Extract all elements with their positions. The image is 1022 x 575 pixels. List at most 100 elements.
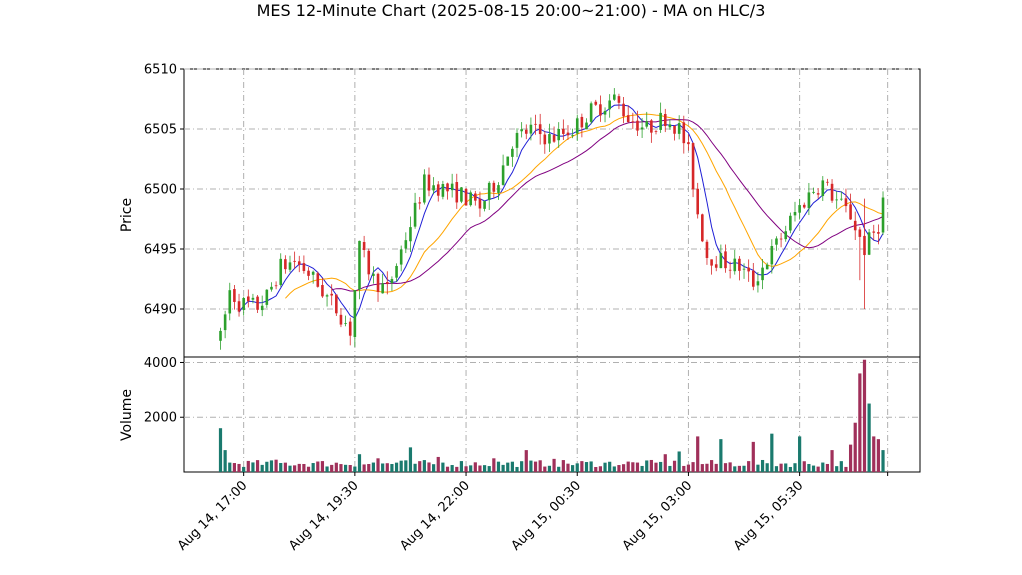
- volume-bar: [635, 462, 640, 472]
- volume-bar: [561, 460, 565, 472]
- candle-body: [450, 183, 454, 191]
- candle-body: [302, 263, 306, 271]
- candle-body: [474, 193, 477, 201]
- volume-bar: [362, 464, 366, 472]
- price-panel: 6490 6495 6500 6505 6510 Price: [119, 63, 921, 358]
- candle-body: [284, 259, 287, 270]
- volume-bar: [353, 466, 357, 472]
- volume-bar: [260, 464, 264, 472]
- volume-bar: [515, 466, 519, 472]
- volume-bar: [788, 466, 792, 472]
- volume-bar: [469, 465, 473, 472]
- volume-bar: [566, 463, 570, 472]
- volume-bar: [594, 467, 598, 472]
- volume-bar: [821, 462, 825, 472]
- candle-body: [552, 135, 556, 142]
- volume-bar: [482, 465, 487, 472]
- volume-bar: [330, 464, 334, 472]
- volume-bar: [626, 461, 630, 472]
- candle-body: [511, 148, 514, 157]
- candle-body: [826, 181, 829, 183]
- volume-bar: [756, 464, 760, 472]
- volume-bar: [663, 454, 667, 472]
- candle-body: [381, 283, 384, 294]
- candle-body: [849, 204, 852, 220]
- candle: [867, 229, 871, 256]
- candle-body: [432, 185, 435, 191]
- volume-bar: [316, 461, 320, 472]
- candle-body: [650, 120, 653, 133]
- candle-body: [358, 240, 361, 290]
- candle-body: [492, 182, 496, 192]
- candle-body: [548, 134, 551, 144]
- candle-body: [571, 134, 574, 136]
- volume-bar: [371, 462, 375, 472]
- volume-bar: [283, 462, 287, 472]
- candle-body: [821, 180, 825, 197]
- candle-body: [223, 314, 227, 331]
- volume-bar: [765, 463, 769, 472]
- candle-body: [353, 290, 357, 338]
- volume-bar: [496, 461, 501, 472]
- price-y-tick-label: 6490: [144, 303, 177, 318]
- candle-body: [830, 183, 834, 201]
- volume-bar: [649, 459, 653, 472]
- candle-body: [793, 212, 797, 216]
- volume-bar: [835, 466, 839, 472]
- candle-body: [562, 128, 565, 134]
- volume-bar: [774, 466, 779, 472]
- volume-bar: [228, 462, 232, 472]
- volume-bar: [432, 464, 436, 472]
- volume-bar: [571, 465, 575, 472]
- candle-body: [603, 110, 607, 115]
- volume-bar: [598, 466, 603, 472]
- candle-body: [613, 94, 616, 100]
- volume-bar: [714, 463, 718, 472]
- candle-body: [367, 250, 371, 275]
- candle-body: [761, 267, 764, 281]
- volume-bar: [682, 465, 686, 472]
- volume-bar: [751, 441, 755, 472]
- volume-bar: [645, 460, 649, 472]
- volume-y-tick-label: 4000: [144, 356, 177, 371]
- candle-body: [867, 232, 871, 255]
- volume-bar: [473, 462, 477, 472]
- volume-bar: [691, 462, 695, 472]
- volume-bar: [529, 460, 533, 472]
- candle-body: [640, 127, 644, 130]
- candle-body: [469, 192, 472, 206]
- x-axis-ticks: Aug 14, 17:00 Aug 14, 19:30 Aug 14, 22:00 A…: [175, 472, 889, 554]
- candle-body: [330, 293, 333, 296]
- candle-body: [636, 120, 639, 131]
- volume-bar: [881, 450, 885, 472]
- volume-bar: [858, 373, 862, 472]
- candle-body: [673, 125, 676, 134]
- candle-body: [617, 96, 621, 103]
- candle-body: [853, 220, 857, 231]
- volume-bar: [232, 463, 236, 472]
- candle-body: [362, 242, 366, 251]
- volume-bar: [320, 461, 325, 472]
- candle-body: [770, 246, 774, 265]
- candle-body: [738, 258, 741, 271]
- candle: [589, 101, 593, 125]
- volume-bar: [418, 461, 422, 472]
- volume-bar: [659, 461, 663, 472]
- x-tick-label: Aug 14, 22:00: [397, 478, 473, 554]
- candle-body: [631, 121, 635, 123]
- volume-bar: [237, 463, 241, 472]
- x-tick-label: Aug 15, 00:30: [509, 478, 585, 554]
- volume-bar: [306, 466, 311, 472]
- volume-bar: [872, 436, 876, 472]
- volume-bar: [733, 466, 737, 472]
- volume-bar: [668, 465, 672, 472]
- candle-body: [233, 289, 236, 302]
- candle-body: [441, 183, 445, 197]
- candle-body: [242, 297, 245, 311]
- candle-body: [413, 202, 417, 227]
- candle-body: [872, 231, 876, 233]
- candle-body: [608, 100, 611, 110]
- candle-body: [436, 184, 440, 196]
- candle-body: [260, 305, 264, 311]
- volume-bar: [404, 460, 408, 472]
